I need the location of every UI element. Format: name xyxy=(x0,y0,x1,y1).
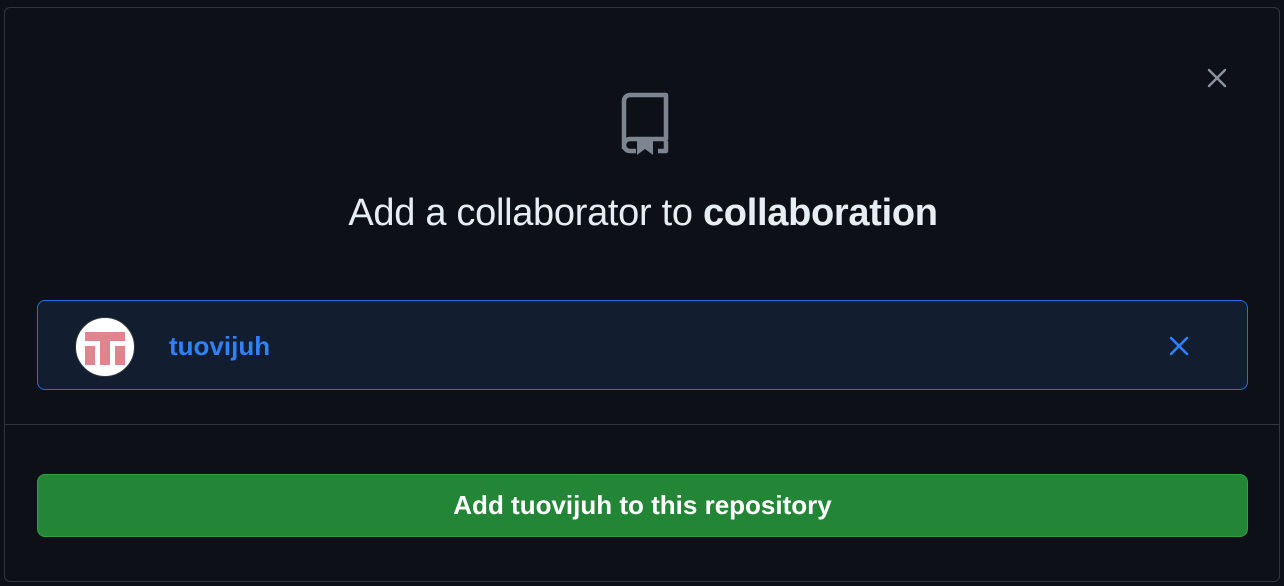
add-collaborator-button[interactable]: Add tuovijuh to this repository xyxy=(37,474,1248,537)
dialog-title-prefix: Add a collaborator to xyxy=(348,192,703,234)
close-icon xyxy=(1207,68,1227,88)
close-dialog-button[interactable] xyxy=(1201,62,1233,94)
repo-icon xyxy=(621,92,669,155)
selected-user-row: tuovijuh xyxy=(37,300,1248,390)
selected-username: tuovijuh xyxy=(169,331,271,361)
repository-name: collaboration xyxy=(702,192,938,234)
footer-divider xyxy=(5,424,1279,425)
close-icon xyxy=(1169,336,1189,356)
dialog-title: Add a collaborator to collaboration xyxy=(5,192,1281,235)
user-avatar xyxy=(75,317,135,377)
add-collaborator-dialog: Add a collaborator to collaboration tuov… xyxy=(4,7,1280,582)
remove-user-button[interactable] xyxy=(1162,329,1196,363)
identicon-avatar xyxy=(85,332,125,365)
